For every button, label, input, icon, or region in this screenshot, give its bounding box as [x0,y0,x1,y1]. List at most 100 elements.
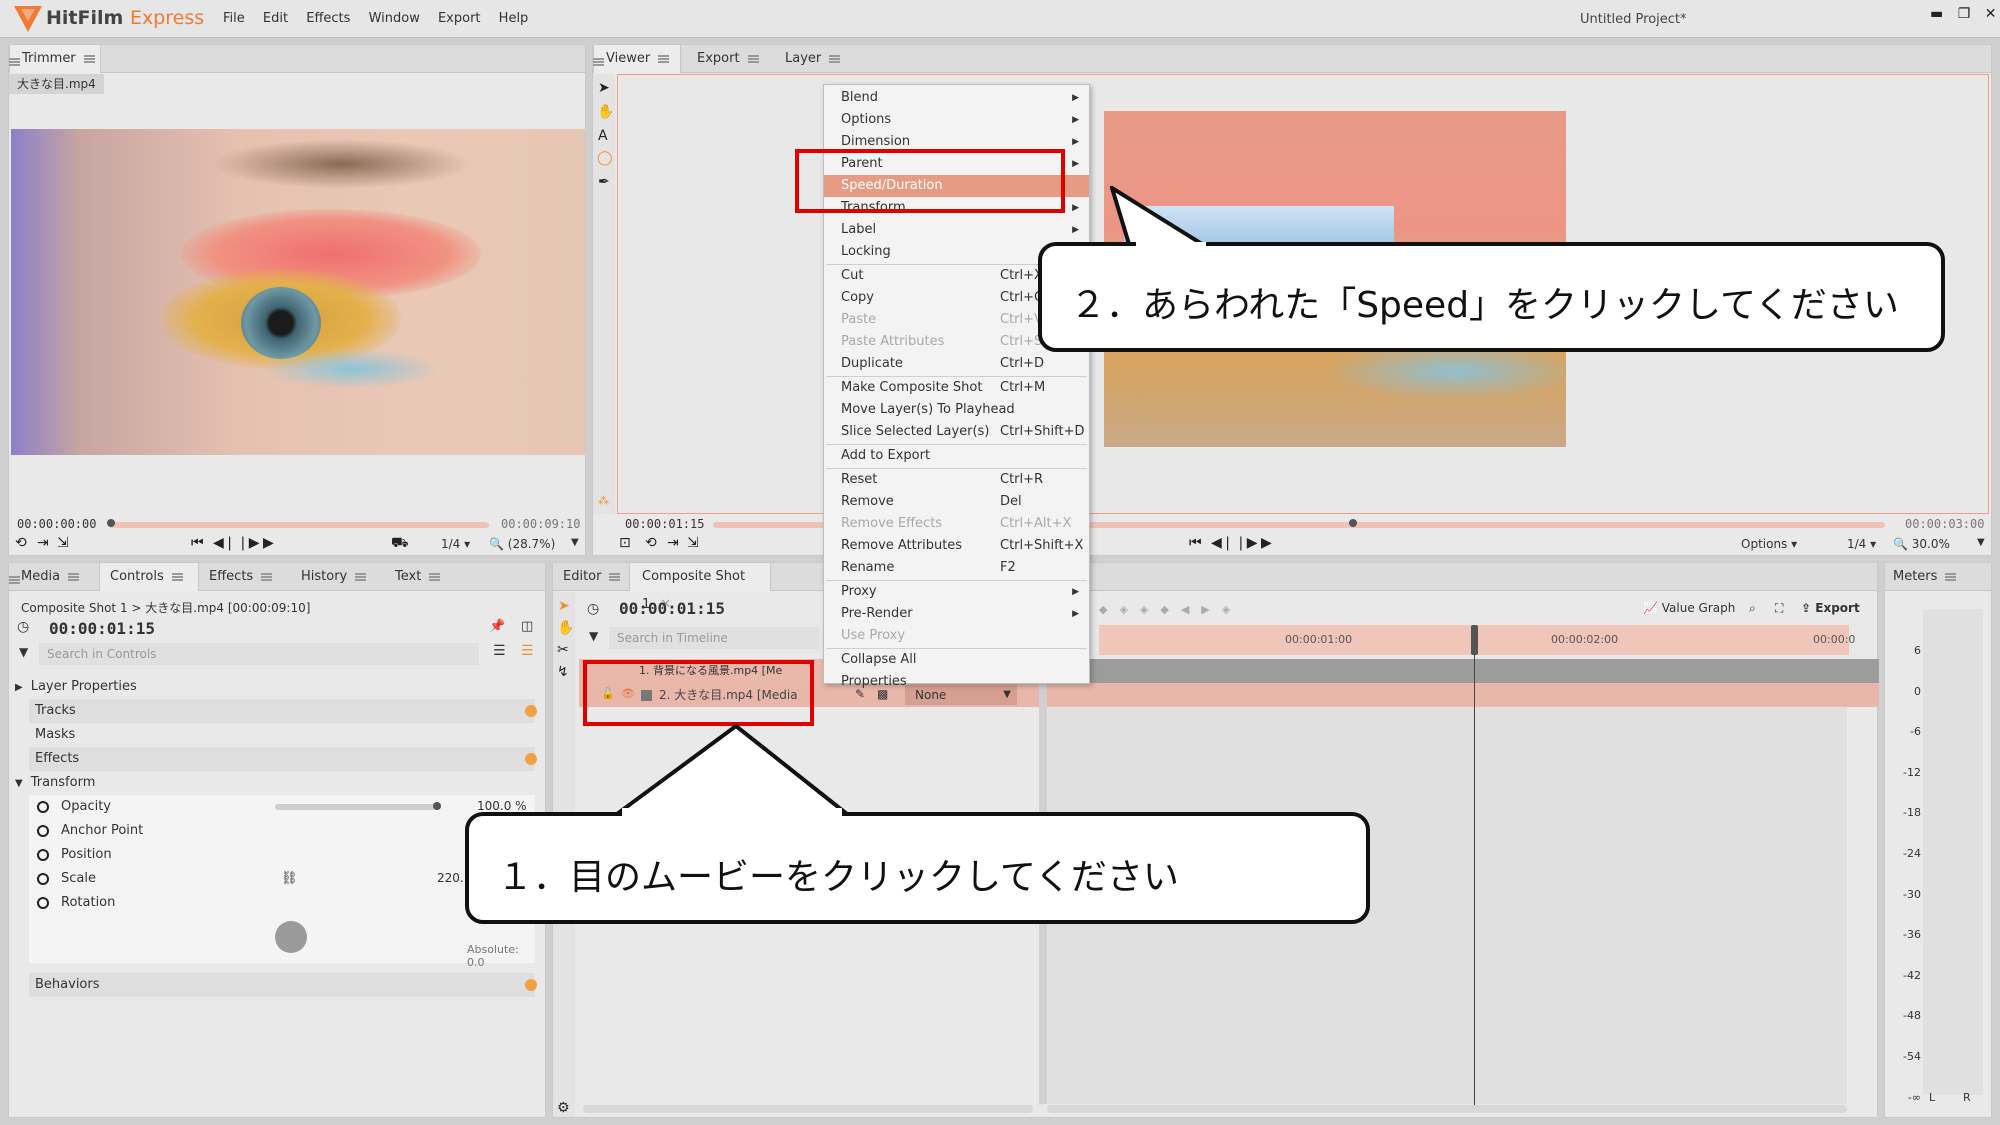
property-rotation[interactable]: Rotation [37,891,529,915]
keyframe-icon[interactable] [37,872,49,885]
tab-editor[interactable]: Editor [563,563,621,591]
collapse-icon[interactable]: ▼ [15,778,23,789]
section-masks[interactable]: Masks [29,723,535,747]
maximize-icon[interactable]: ❐ [1958,6,1971,22]
viewer-overlay-icon[interactable]: ⇲ [687,535,699,551]
editor-filter-icon[interactable]: ▼ [589,629,598,643]
menu-item-add-to-export[interactable]: Add to Export [824,445,1089,467]
editor-time[interactable]: 00:00:01:15 [619,599,725,618]
timeline-h-scrollbar[interactable] [1047,1105,1847,1113]
menu-item-properties[interactable]: Properties [824,671,1089,693]
timeline-hand-tool-icon[interactable]: ✋ [557,620,574,636]
menu-icon[interactable] [171,572,183,581]
menu-item-move-to-playhead[interactable]: Move Layer(s) To Playhead [824,399,1089,421]
tab-text[interactable]: Text [395,563,441,591]
menu-item-use-proxy[interactable]: Use Proxy [824,625,1089,647]
trimmer-file-tab[interactable]: 大きな目.mp4 [9,74,104,94]
add-effect-icon[interactable] [525,753,537,765]
menu-window[interactable]: Window [369,11,420,26]
trimmer-skip-back-icon[interactable]: ⏮ [191,535,204,551]
hand-tool-icon[interactable]: ✋ [597,104,614,120]
menu-icon[interactable] [355,572,367,581]
trimmer-quality-select[interactable]: 1/4 ▾ [441,537,470,551]
tab-export[interactable]: Export [697,45,759,73]
add-behavior-icon[interactable] [525,979,537,991]
menu-effects[interactable]: Effects [306,11,350,26]
menu-item-remove[interactable]: Remove Del [824,491,1089,513]
menu-item-slice-layers[interactable]: Slice Selected Layer(s) Ctrl+Shift+D [824,421,1089,443]
tab-effects[interactable]: Effects [209,563,273,591]
viewer-zoom-dropdown-icon[interactable]: ▼ [1977,537,1985,548]
minimize-icon[interactable]: ▬ [1930,6,1943,22]
menu-item-make-composite-shot[interactable]: Make Composite Shot Ctrl+M [824,377,1089,399]
ellipse-tool-icon[interactable]: ◯ [597,150,613,166]
trimmer-preview-image[interactable] [11,129,585,455]
menu-item-label[interactable]: Label ▶ [824,219,1089,241]
timeline-search-input[interactable]: Search in Timeline [609,627,819,649]
tab-media[interactable]: Media [21,563,80,591]
timeline-settings-icon[interactable]: ⚙ [557,1100,570,1116]
layout-icon[interactable]: ◫ [521,619,533,634]
keyframe-icon[interactable] [37,800,49,813]
viewer-safe-area-icon[interactable]: ⊡ [619,535,631,551]
viewer-zoom[interactable]: 🔍 30.0% [1893,537,1950,551]
controls-time[interactable]: 00:00:01:15 [49,619,155,638]
viewer-options-icon[interactable]: ⁂ [598,494,609,507]
menu-item-collapse-all[interactable]: Collapse All [824,649,1089,671]
property-anchor-point[interactable]: Anchor Point [37,819,529,843]
tab-composite-shot[interactable]: Composite Shot 1 ✕ [629,563,771,612]
viewer-options-select[interactable]: Options ▾ [1741,537,1797,551]
opacity-slider[interactable] [275,804,441,810]
rotation-value[interactable]: Absolute: 0.0 [467,943,535,969]
menu-icon[interactable] [1945,572,1957,581]
menu-item-pre-render[interactable]: Pre-Render ▶ [824,603,1089,625]
rotation-dial[interactable] [275,921,307,953]
keyframe-icon[interactable] [37,848,49,861]
menu-edit[interactable]: Edit [263,11,288,26]
trimmer-loop-icon[interactable]: ⟲ [15,535,27,551]
menu-item-reset[interactable]: Reset Ctrl+R [824,469,1089,491]
trimmer-step-back-icon[interactable]: ◀❘ [213,535,236,551]
menu-item-blend[interactable]: Blend ▶ [824,87,1089,109]
viewer-loop-icon[interactable]: ⟲ [645,535,657,551]
list-view-icon[interactable]: ☰ [493,643,506,659]
tab-meters[interactable]: Meters [1893,563,1957,591]
timeline-select-tool-icon[interactable]: ➤ [558,598,570,614]
panel-menu-icon[interactable] [593,57,604,66]
value-graph-button[interactable]: 📈 Value Graph [1643,601,1735,615]
trimmer-scrub-bar[interactable] [109,522,489,528]
trimmer-zoom-dropdown-icon[interactable]: ▼ [571,537,579,548]
menu-icon[interactable] [747,54,759,63]
viewer-skip-back-icon[interactable]: ⏮ [1189,535,1202,551]
viewer-step-back-icon[interactable]: ◀❘ [1211,535,1234,551]
viewer-playhead[interactable] [1349,519,1357,527]
viewer-step-forward-icon[interactable]: ❘▶ [1235,535,1258,551]
timeline-playhead-handle[interactable] [1471,625,1478,655]
render-icon[interactable]: ⛶ [1775,601,1783,616]
scale-value[interactable]: 220. [437,871,464,885]
menu-icon[interactable] [429,572,441,581]
section-behaviors[interactable]: Behaviors [29,973,535,997]
menu-item-duplicate[interactable]: Duplicate Ctrl+D [824,353,1089,375]
expand-icon[interactable]: ▶ [15,682,23,693]
close-icon[interactable]: ✕ [1985,6,1997,22]
tab-controls[interactable]: Controls [99,563,199,591]
link-icon[interactable]: ⛓ [281,871,298,886]
menu-item-proxy[interactable]: Proxy ▶ [824,581,1089,603]
list-view-orange-icon[interactable]: ☰ [521,643,534,659]
keyframe-icon[interactable] [37,896,49,909]
slip-tool-icon[interactable]: ↯ [557,664,569,680]
trimmer-play-icon[interactable]: ▶ [263,535,274,551]
keyframe-icon[interactable] [37,824,49,837]
timeline-playhead-line[interactable] [1474,625,1475,1105]
text-tool-icon[interactable]: A [598,128,608,144]
trimmer-zoom[interactable]: 🔍 (28.7%) [489,537,555,551]
viewer-insert-icon[interactable]: ⇥ [667,535,679,551]
panel-menu-icon[interactable] [9,57,20,66]
trimmer-playhead[interactable] [107,519,115,527]
timeline-export-button[interactable]: ⇪ Export [1801,601,1860,615]
panel-menu-icon[interactable] [9,575,20,584]
menu-icon[interactable] [658,54,670,63]
menu-export[interactable]: Export [438,11,481,26]
menu-help[interactable]: Help [499,11,529,26]
